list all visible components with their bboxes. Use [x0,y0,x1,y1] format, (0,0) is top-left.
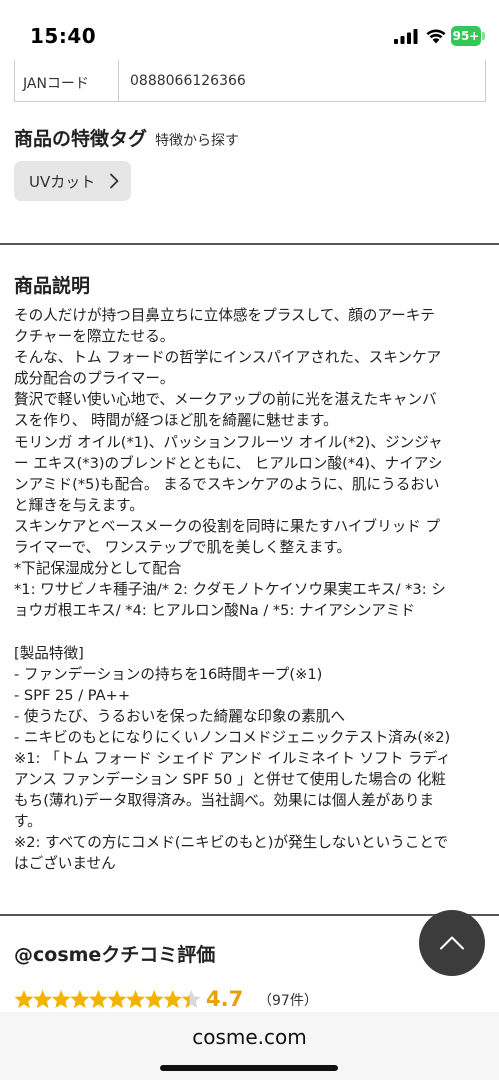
rating-stars [14,990,201,1009]
section-divider [0,914,499,916]
battery-tip-icon [482,32,485,40]
jan-code-label: JANコード [15,60,119,101]
jan-code-value: 0888066126366 [130,73,246,89]
star-icon [51,990,71,1009]
description-line: モリンガ オイル(*1)、パッションフルーツ オイル(*2)、ジンジャ [14,433,443,451]
status-bar: 15:40 95+ [0,0,499,64]
description-line: ョウガ根エキス/ *4: ヒアルロン酸Na / *5: ナイアシンアミド [14,602,415,620]
description-line: もち(薄れ)データ取得済み。当社調べ。効果には個人差がありま [14,792,435,810]
description-line: ンアミド(*5)も配合。 まるでスキンケアのように、肌にうるおい [14,475,440,493]
star-icon [126,990,146,1009]
star-icon [163,990,183,1009]
description-blank-line [14,621,486,642]
description-line: *1: ワサビノキ種子油/* 2: クダモノトケイソウ果実エキス/ *3: シ [14,581,446,599]
description-body: その人だけが持つ目鼻立ちに立体感をプラスして、顔のアーキテ クチャーを際立たせる。… [14,305,486,875]
description-line: と輝きを与えます。 [14,496,144,514]
description-line: はございません [14,855,116,873]
cellular-signal-icon [394,29,418,44]
star-icon [107,990,127,1009]
tag-chip-label: UVカット [29,172,96,191]
star-icon [70,990,90,1009]
feature-tags-title: 商品の特徴タグ [14,128,148,150]
description-line: *下記保湿成分として配合 [14,560,182,578]
description-line: ※2: すべての方にコメド(ニキビのもと)が発生しないということで [14,834,449,852]
feature-tags-heading: 商品の特徴タグ 特徴から探す [14,124,239,151]
feature-tags-subtitle: 特徴から探す [155,133,240,149]
description-line: - 使うたび、うるおいを保った綺麗な印象の素肌へ [14,707,345,725]
tag-chip-uv-cut[interactable]: UVカット [14,161,131,201]
battery-indicator: 95+ [451,26,481,46]
description-line: スを作り、 時間が経つほど肌を綺麗に魅せます。 [14,412,338,430]
star-icon [144,990,164,1009]
description-line: - ファンデーションの持ちを16時間キープ(※1) [14,665,323,683]
star-icon [181,990,201,1009]
description-line: クチャーを際立たせる。 [14,328,175,346]
description-line: アンス ファンデーション SPF 50 」と併せて使用した場合の 化粧 [14,771,446,789]
description-line: スキンケアとベースメークの役割を同時に果たすハイブリッド プ [14,517,441,535]
review-title: @cosmeクチコミ評価 [14,944,216,966]
chevron-right-icon [110,173,119,189]
review-count[interactable]: （97件） [258,990,318,1010]
jan-code-row: JANコード 0888066126366 [14,60,486,102]
description-line: [製品特徴] [14,644,84,662]
description-line: その人だけが持つ目鼻立ちに立体感をプラスして、顔のアーキテ [14,307,435,324]
star-icon [88,990,108,1009]
star-icon [33,990,53,1009]
description-line: 成分配合のプライマー。 [14,370,175,388]
description-line: 贅沢で軽い使い心地で、メークアップの前に光を湛えたキャンバ [14,391,437,409]
description-title: 商品説明 [14,275,91,297]
home-indicator[interactable] [160,1065,338,1071]
section-divider [0,243,499,245]
rating-value: 4.7 [206,987,244,1011]
status-time: 15:40 [30,24,97,48]
url-text[interactable]: cosme.com [0,1025,499,1049]
description-line: ライマーで、 ワンステップで肌を美しく整えます。 [14,539,352,557]
description-line: ー エキス(*3)のブレンドとともに、 ヒアルロン酸(*4)、ナイアシ [14,454,443,472]
description-line: す。 [14,813,42,831]
chevron-up-icon [440,936,464,950]
star-icon [14,990,34,1009]
description-line: - ニキビのもとになりにくいノンコメドジェニックテスト済み(※2) [14,728,451,746]
wifi-icon [426,29,446,44]
description-line: そんな、トム フォードの哲学にインスパイアされた、スキンケア [14,349,442,367]
scroll-to-top-button[interactable] [419,910,485,976]
description-line: ※1: 「トム フォード シェイド アンド イルミネイト ソフト ラディ [14,749,451,767]
description-line: - SPF 25 / PA++ [14,686,131,704]
